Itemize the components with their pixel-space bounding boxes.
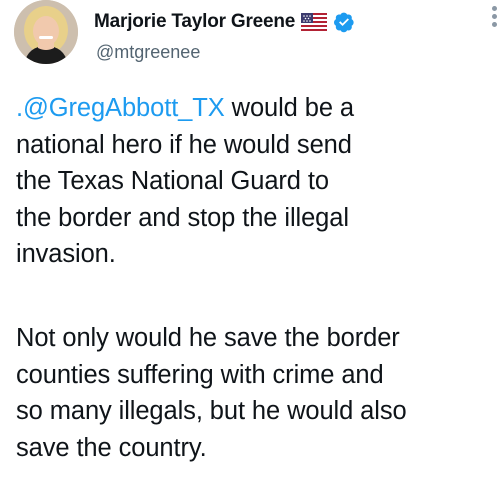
tweet-text: the border and stop the illegal <box>16 203 349 232</box>
avatar-image <box>14 0 78 64</box>
tweet-body-paragraph-2: Not only would he save the border counti… <box>16 320 500 466</box>
tweet: Marjorie Taylor Greene @mtgreenee .@Greg… <box>0 0 500 481</box>
tweet-text: would be a <box>224 94 354 122</box>
avatar[interactable] <box>14 0 78 64</box>
tweet-text: invasion. <box>16 240 116 269</box>
tweet-text: save the country. <box>16 433 207 462</box>
tweet-text: so many illegals, but he would also <box>16 397 407 426</box>
us-flag-icon <box>301 13 328 31</box>
tweet-text: national hero if he would send <box>16 130 352 159</box>
tweet-body-paragraph-1: .@GregAbbott_TX would be a national hero… <box>16 90 500 273</box>
author-name-row: Marjorie Taylor Greene <box>94 10 355 34</box>
tweet-text: the Texas National Guard to <box>16 167 329 196</box>
tweet-text: Not only would he save the border <box>16 324 400 352</box>
author-handle[interactable]: @mtgreenee <box>96 42 200 63</box>
mention-link[interactable]: .@GregAbbott_TX <box>16 94 225 122</box>
verified-badge-icon <box>333 11 355 33</box>
display-name[interactable]: Marjorie Taylor Greene <box>94 11 295 33</box>
more-options-icon[interactable] <box>490 6 498 32</box>
tweet-text: counties suffering with crime and <box>16 360 384 389</box>
